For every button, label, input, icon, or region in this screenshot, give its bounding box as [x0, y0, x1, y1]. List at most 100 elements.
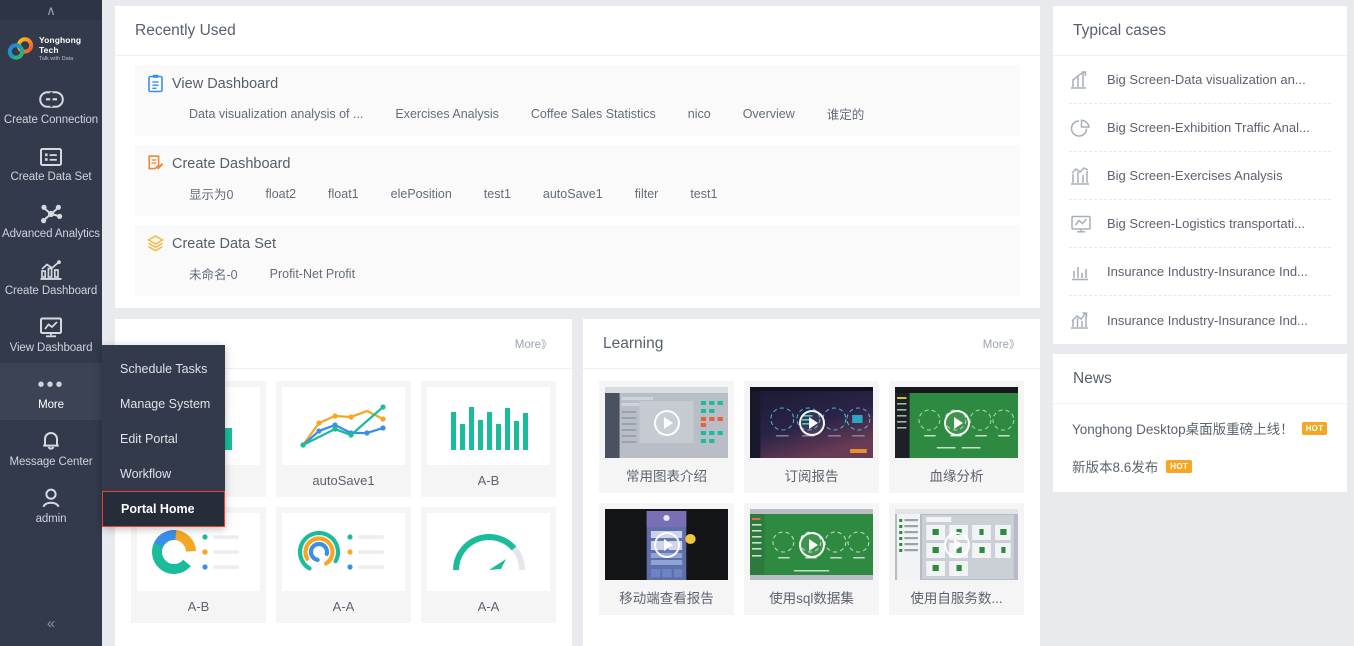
- report-card[interactable]: autoSave1: [276, 381, 411, 497]
- bar-arrow-icon: [1069, 310, 1093, 330]
- menu-item-label: Manage System: [120, 396, 211, 411]
- recent-link[interactable]: float2: [265, 187, 296, 201]
- learning-thumb-grid: 常用图表介绍 订阅报告 血缘分析 移动端查看报告 使用sql数据集 使用自服务数…: [583, 369, 1040, 629]
- analytics-icon: [39, 201, 63, 226]
- bell-icon: [40, 429, 62, 454]
- learning-card[interactable]: 订阅报告: [744, 381, 879, 493]
- sidebar-item-admin[interactable]: admin: [0, 477, 102, 534]
- news-item[interactable]: 新版本8.6发布 HOT: [1072, 456, 1328, 476]
- report-card[interactable]: A-A: [421, 507, 556, 623]
- recent-link[interactable]: nico: [688, 107, 711, 121]
- menu-item-label: Schedule Tasks: [120, 361, 208, 376]
- report-card[interactable]: A-A: [276, 507, 411, 623]
- view-dashboard-icon: [39, 315, 63, 340]
- menu-item-workflow[interactable]: Workflow: [102, 456, 225, 491]
- sidebar-collapse-top-bar[interactable]: ∧: [0, 0, 102, 20]
- sidebar-item-create-dashboard[interactable]: Create Dashboard: [0, 249, 102, 306]
- left-column: Recently Used View Dashboard Data visual…: [115, 6, 1040, 646]
- recent-link[interactable]: autoSave1: [543, 187, 603, 201]
- news-list: Yonghong Desktop桌面版重磅上线！ HOT 新版本8.6发布 HO…: [1053, 404, 1347, 492]
- learning-card[interactable]: 使用自服务数...: [889, 503, 1024, 615]
- recent-link[interactable]: test1: [690, 187, 717, 201]
- sidebar-collapse-button[interactable]: «: [0, 600, 102, 646]
- recent-link[interactable]: 显示为0: [189, 184, 233, 203]
- link-icon: [38, 87, 64, 112]
- more-label: More: [514, 338, 541, 351]
- typical-case-item[interactable]: Big Screen-Exhibition Traffic Anal...: [1069, 104, 1331, 152]
- recent-group-title: View Dashboard: [172, 75, 279, 92]
- recent-group-create-data-set: Create Data Set 未命名-0 Profit-Net Profit: [135, 225, 1020, 296]
- typical-cases-header: Typical cases: [1053, 6, 1347, 56]
- learning-more-link[interactable]: More》: [983, 336, 1020, 352]
- play-icon[interactable]: [943, 531, 970, 558]
- learning-caption: 使用自服务数...: [910, 591, 1003, 606]
- menu-item-manage-system[interactable]: Manage System: [102, 386, 225, 421]
- recent-link[interactable]: 未命名-0: [189, 264, 238, 283]
- learning-caption: 使用sql数据集: [769, 591, 854, 606]
- play-icon[interactable]: [943, 409, 970, 436]
- learning-caption: 移动端查看报告: [619, 591, 714, 606]
- typical-case-item[interactable]: Big Screen-Data visualization an...: [1069, 56, 1331, 104]
- recent-group-create-dashboard: Create Dashboard 显示为0 float2 float1 eleP…: [135, 145, 1020, 216]
- learning-card[interactable]: 移动端查看报告: [599, 503, 734, 615]
- play-icon[interactable]: [798, 409, 825, 436]
- typical-cases-list: Big Screen-Data visualization an... Big …: [1053, 56, 1347, 344]
- histogram-icon: [1069, 262, 1093, 282]
- sidebar-item-create-connection[interactable]: Create Connection: [0, 78, 102, 135]
- typical-case-item[interactable]: Insurance Industry-Insurance Ind...: [1069, 296, 1331, 344]
- typical-case-item[interactable]: Insurance Industry-Insurance Ind...: [1069, 248, 1331, 296]
- menu-item-edit-portal[interactable]: Edit Portal: [102, 421, 225, 456]
- create-dashboard-icon: [39, 258, 63, 283]
- recent-link[interactable]: Exercises Analysis: [395, 107, 499, 121]
- news-item[interactable]: Yonghong Desktop桌面版重磅上线！ HOT: [1072, 418, 1328, 438]
- recent-link[interactable]: 谁定的: [827, 104, 865, 123]
- sidebar-item-label: Create Dashboard: [4, 285, 98, 297]
- news-title: News: [1073, 369, 1112, 387]
- learning-card[interactable]: 血缘分析: [889, 381, 1024, 493]
- recent-link[interactable]: test1: [484, 187, 511, 201]
- layers-icon: [147, 234, 164, 253]
- edit-doc-icon: [147, 154, 164, 173]
- typical-case-label: Big Screen-Data visualization an...: [1107, 72, 1306, 87]
- news-text: Yonghong Desktop桌面版重磅上线！: [1072, 422, 1294, 437]
- sidebar-item-advanced-analytics[interactable]: Advanced Analytics: [0, 192, 102, 249]
- report-doc-icon: [147, 74, 164, 93]
- menu-item-label: Edit Portal: [120, 431, 178, 446]
- sidebar-item-more[interactable]: ••• More: [0, 363, 102, 420]
- typical-cases-title: Typical cases: [1073, 21, 1167, 39]
- right-column: Typical cases Big Screen-Data visualizat…: [1053, 6, 1347, 646]
- video-thumbnail: [895, 387, 1018, 458]
- sidebar-item-view-dashboard[interactable]: View Dashboard: [0, 306, 102, 363]
- recent-link[interactable]: float1: [328, 187, 359, 201]
- typical-case-label: Insurance Industry-Insurance Ind...: [1107, 312, 1308, 328]
- recent-group-title: Create Dashboard: [172, 155, 291, 172]
- thumb-image: [282, 387, 405, 465]
- recent-link[interactable]: Overview: [743, 107, 795, 121]
- recent-link[interactable]: Coffee Sales Statistics: [531, 107, 656, 121]
- learning-card[interactable]: 使用sql数据集: [744, 503, 879, 615]
- menu-item-portal-home[interactable]: Portal Home: [102, 491, 225, 527]
- chevron-double-right-icon: 》: [1009, 338, 1020, 351]
- sidebar-item-label: Advanced Analytics: [2, 228, 100, 240]
- play-icon[interactable]: [653, 531, 680, 558]
- brand-tagline: Talk with Data: [39, 56, 74, 62]
- recent-link[interactable]: Profit-Net Profit: [270, 267, 355, 281]
- sidebar-item-create-data-set[interactable]: Create Data Set: [0, 135, 102, 192]
- recent-link[interactable]: elePosition: [391, 187, 452, 201]
- play-icon[interactable]: [653, 409, 680, 436]
- recent-link[interactable]: filter: [635, 187, 659, 201]
- menu-item-schedule-tasks[interactable]: Schedule Tasks: [102, 351, 225, 386]
- typical-case-label: Big Screen-Exhibition Traffic Anal...: [1107, 120, 1310, 135]
- typical-case-item[interactable]: Big Screen-Logistics transportati...: [1069, 200, 1331, 248]
- typical-case-item[interactable]: Big Screen-Exercises Analysis: [1069, 152, 1331, 200]
- recent-group-title: Create Data Set: [172, 235, 276, 252]
- report-caption: A-B: [477, 473, 500, 488]
- recent-links-row: 显示为0 float2 float1 elePosition test1 aut…: [147, 173, 1008, 207]
- reports-more-link[interactable]: More》: [515, 336, 552, 352]
- sidebar-item-message-center[interactable]: Message Center: [0, 420, 102, 477]
- recent-link[interactable]: Data visualization analysis of ...: [189, 107, 363, 121]
- learning-card[interactable]: 常用图表介绍: [599, 381, 734, 493]
- play-icon[interactable]: [798, 531, 825, 558]
- thumb-image: [427, 513, 550, 591]
- report-card[interactable]: A-B: [421, 381, 556, 497]
